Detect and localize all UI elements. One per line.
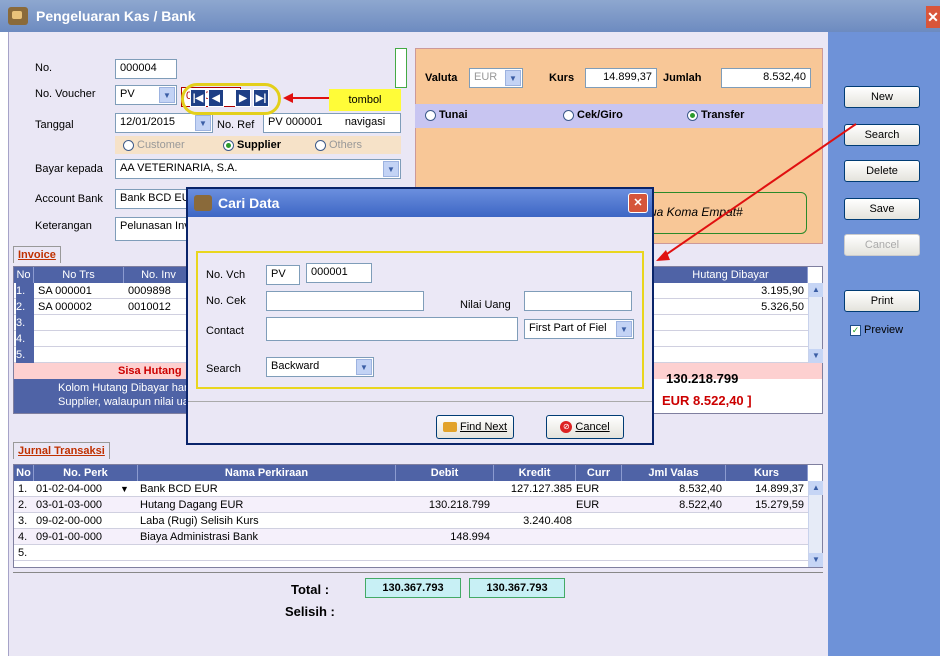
- chevron-down-icon: ▼: [616, 321, 632, 337]
- find-next-label: Find Next: [459, 421, 508, 433]
- contact-mode-value: First Part of Fiel: [529, 322, 607, 334]
- dialog-close-button[interactable]: ✕: [628, 193, 648, 213]
- dialog-divider: [188, 401, 652, 402]
- search-direction-select[interactable]: Backward ▼: [266, 357, 374, 377]
- nocek-label: No. Cek: [206, 295, 246, 307]
- novch-number-field[interactable]: 000001: [306, 263, 372, 283]
- cancel-label: Cancel: [575, 421, 610, 433]
- search-dialog: Cari Data ✕ No. Vch PV 000001 No. Cek Ni…: [186, 187, 654, 445]
- nilai-field[interactable]: [524, 291, 632, 311]
- nocek-field[interactable]: [266, 291, 424, 311]
- find-next-button[interactable]: Find Next: [436, 415, 514, 439]
- contact-mode-select[interactable]: First Part of Fiel ▼: [524, 319, 634, 339]
- novch-label: No. Vch: [206, 269, 246, 281]
- app-icon: [194, 195, 212, 211]
- search-criteria-box: No. Vch PV 000001 No. Cek Nilai Uang Con…: [196, 251, 644, 389]
- binoculars-icon: [442, 422, 457, 433]
- search-direction-value: Backward: [271, 360, 320, 372]
- dialog-spacer: [188, 217, 652, 237]
- dialog-cancel-button[interactable]: ⊘ Cancel: [546, 415, 624, 439]
- cancel-icon: ⊘: [560, 421, 573, 434]
- contact-label: Contact: [206, 325, 244, 337]
- dialog-title: Cari Data: [218, 195, 280, 211]
- search-label: Search: [206, 363, 241, 375]
- novch-type-field[interactable]: PV: [266, 265, 300, 285]
- nilai-label: Nilai Uang: [460, 299, 511, 311]
- chevron-down-icon: ▼: [356, 359, 372, 375]
- contact-field[interactable]: [266, 317, 518, 341]
- dialog-titlebar: Cari Data: [188, 189, 652, 217]
